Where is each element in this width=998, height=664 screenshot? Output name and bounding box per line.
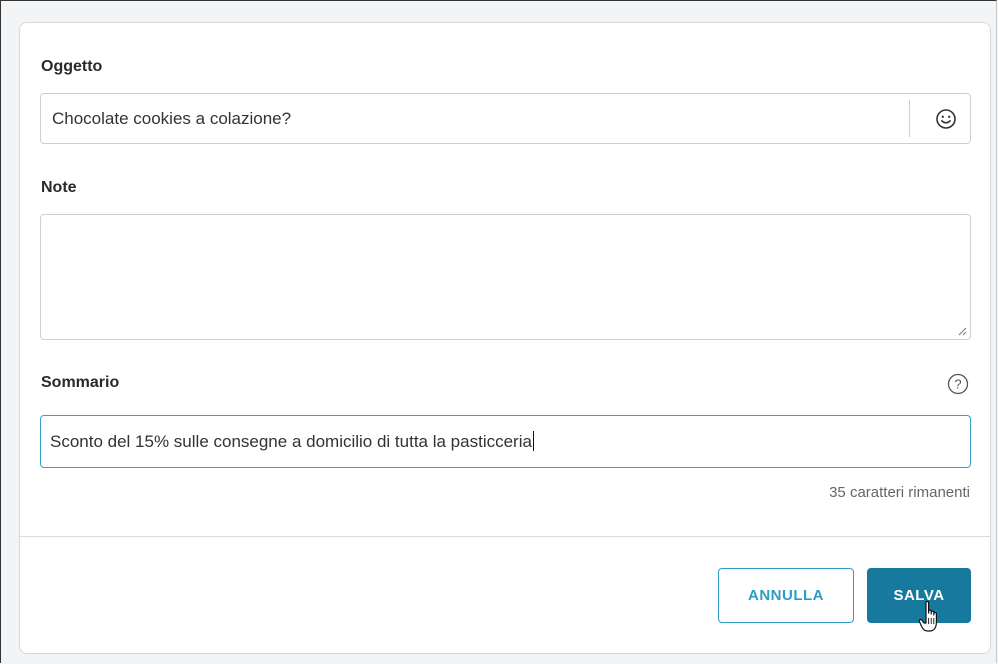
subject-field-divider — [909, 100, 910, 137]
resize-handle-icon[interactable] — [957, 326, 967, 336]
subject-input[interactable]: Chocolate cookies a colazione? — [40, 93, 971, 144]
cancel-button[interactable]: ANNULLA — [718, 568, 854, 623]
text-caret — [532, 431, 534, 451]
subject-label: Oggetto — [41, 58, 103, 75]
summary-input[interactable]: Sconto del 15% sulle consegne a domicili… — [40, 415, 971, 468]
notes-textarea[interactable] — [40, 214, 971, 340]
summary-label: Sommario — [41, 374, 120, 391]
smiley-face-icon[interactable] — [934, 107, 958, 131]
summary-input-value: Sconto del 15% sulle consegne a domicili… — [50, 432, 532, 451]
footer-divider — [20, 536, 990, 537]
character-counter: 35 caratteri rimanenti — [829, 484, 970, 501]
summary-input-wrapper: Sconto del 15% sulle consegne a domicili… — [50, 431, 534, 452]
save-button[interactable]: SALVA — [867, 568, 971, 623]
subject-input-value: Chocolate cookies a colazione? — [52, 109, 292, 128]
notes-label: Note — [41, 179, 77, 196]
edit-form-card: Oggetto Chocolate cookies a colazione? N… — [19, 22, 991, 654]
question-circle-icon[interactable]: ? — [946, 372, 970, 396]
svg-text:?: ? — [954, 377, 961, 392]
